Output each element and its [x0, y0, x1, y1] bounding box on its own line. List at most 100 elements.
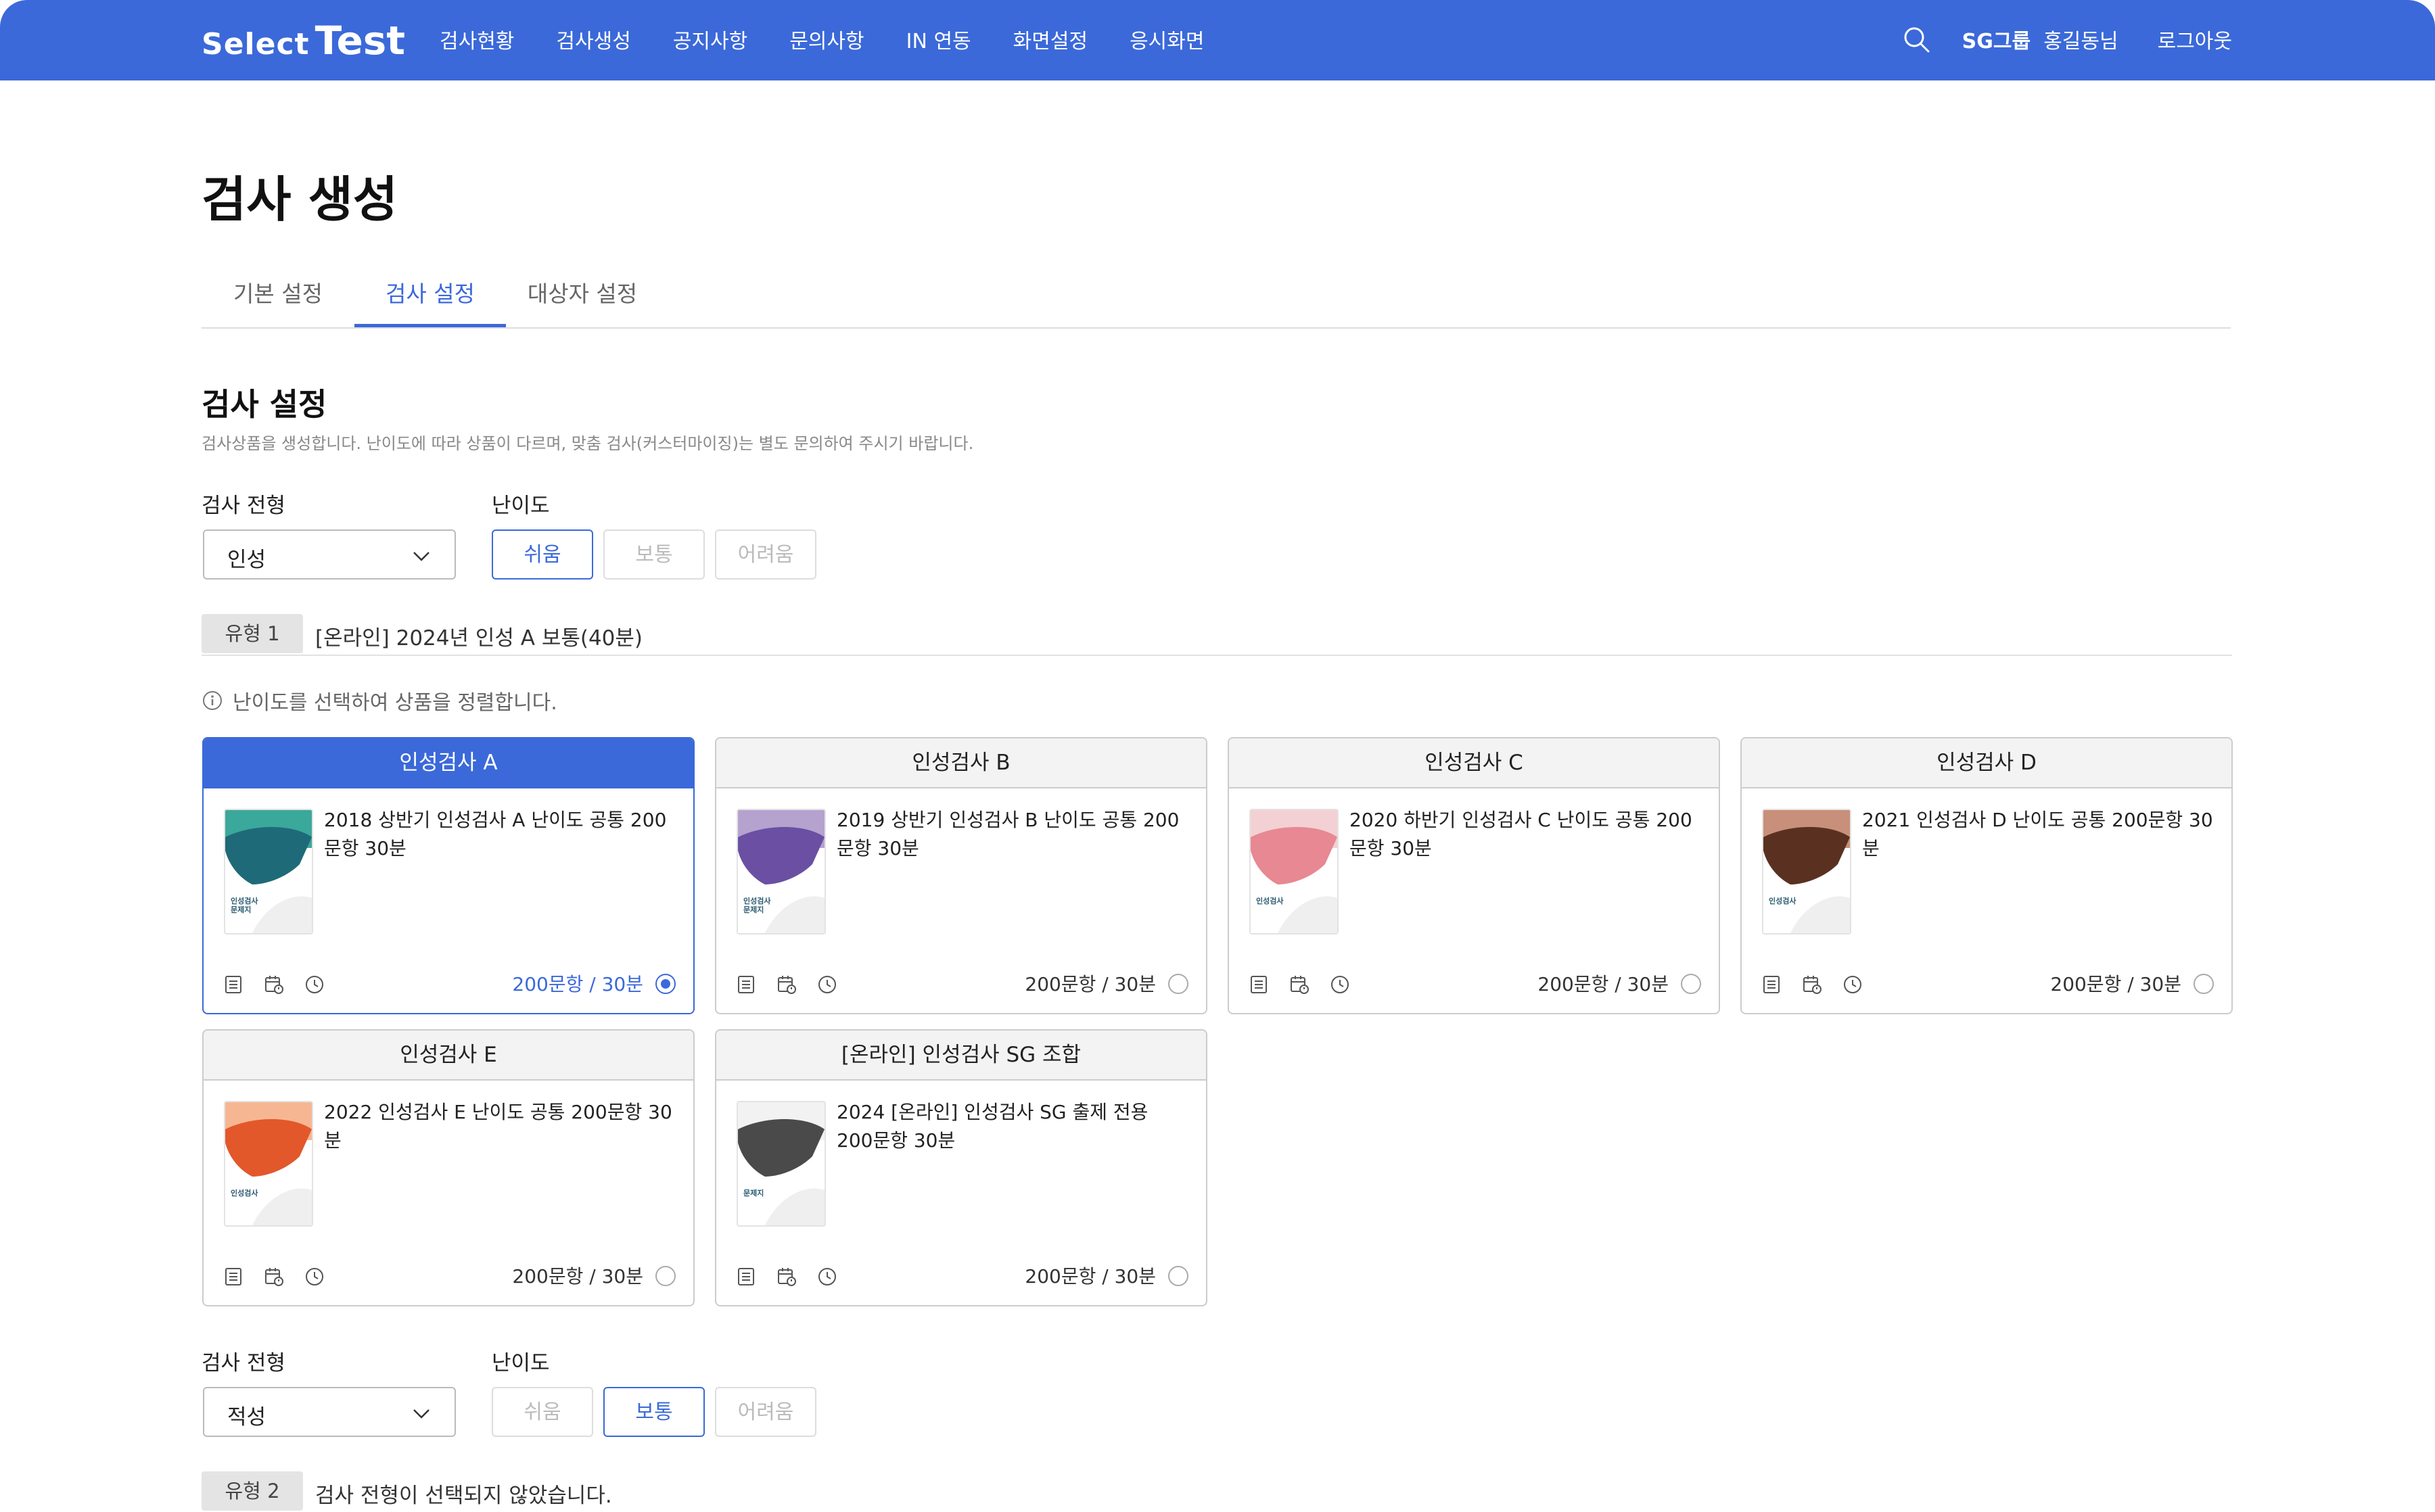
card-meta: 200문항 / 30분	[2050, 973, 2181, 995]
clock-icon[interactable]	[1329, 974, 1351, 995]
product-card[interactable]: [온라인] 인성검사 SG 조합 문제지 2024 [온라인] 인성검사 SG …	[715, 1029, 1207, 1306]
document-icon[interactable]	[735, 974, 757, 995]
product-cover-image: 인성검사 문제지	[224, 809, 313, 935]
nav-item-exam-status[interactable]: 검사현황	[440, 24, 514, 54]
type-empty-message: 검사 전형이 선택되지 않았습니다.	[315, 1484, 612, 1508]
clock-icon[interactable]	[304, 1266, 325, 1287]
type-2-row: 유형 2 검사 전형이 선택되지 않았습니다.	[202, 1471, 2232, 1512]
exam-type-label: 검사 전형	[202, 494, 285, 518]
exam-type-label-2: 검사 전형	[202, 1351, 285, 1375]
tab-target-settings[interactable]: 대상자 설정	[506, 270, 659, 326]
nav-item-test-screen[interactable]: 응시화면	[1130, 24, 1204, 54]
difficulty-label-2: 난이도	[492, 1351, 550, 1375]
nav-item-in-integration[interactable]: IN 연동	[906, 24, 971, 54]
difficulty-easy-button-2[interactable]: 쉬움	[492, 1387, 593, 1437]
document-icon[interactable]	[1761, 974, 1782, 995]
card-radio[interactable]	[655, 1266, 676, 1286]
card-description: 2018 상반기 인성검사 A 난이도 공통 200문항 30분	[324, 809, 667, 859]
card-icon-group	[223, 974, 344, 995]
card-title: 인성검사 D	[1742, 738, 2231, 788]
clock-icon[interactable]	[1842, 974, 1863, 995]
card-description: 2022 인성검사 E 난이도 공통 200문항 30분	[324, 1101, 672, 1152]
document-icon[interactable]	[223, 974, 244, 995]
calendar-lock-icon[interactable]	[1289, 974, 1310, 995]
page-title: 검사 생성	[202, 171, 398, 228]
chevron-down-icon	[413, 1409, 430, 1419]
cover-label: 인성검사 문제지	[743, 897, 771, 914]
card-radio[interactable]	[1168, 1266, 1188, 1286]
card-title: 인성검사 C	[1229, 738, 1719, 788]
tab-exam-settings[interactable]: 검사 설정	[354, 270, 506, 327]
cover-label: 문제지	[743, 1189, 764, 1198]
card-icon-group	[1761, 974, 1882, 995]
clock-icon[interactable]	[816, 1266, 838, 1287]
product-card[interactable]: 인성검사 B 인성검사 문제지 2019 상반기 인성검사 B 난이도 공통 2…	[715, 737, 1207, 1014]
document-icon[interactable]	[735, 1266, 757, 1287]
cover-label: 인성검사 문제지	[231, 897, 258, 914]
product-cover-image: 인성검사	[1762, 809, 1851, 935]
difficulty-normal-button-2[interactable]: 보통	[603, 1387, 705, 1437]
type-badge: 유형 1	[202, 614, 303, 653]
cover-label: 인성검사	[1769, 897, 1796, 905]
logo[interactable]: Select Test	[202, 18, 405, 64]
product-card[interactable]: 인성검사 D 인성검사 2021 인성검사 D 난이도 공통 200문항 30분…	[1740, 737, 2233, 1014]
difficulty-normal-button[interactable]: 보통	[603, 529, 705, 580]
exam-type-select-2[interactable]: 적성	[203, 1387, 456, 1437]
card-description: 2024 [온라인] 인성검사 SG 출제 전용 200문항 30분	[837, 1101, 1149, 1152]
difficulty-hard-button-2[interactable]: 어려움	[715, 1387, 816, 1437]
card-description: 2019 상반기 인성검사 B 난이도 공통 200문항 30분	[837, 809, 1180, 859]
user-info[interactable]: SG그룹 홍길동님	[1962, 24, 2118, 54]
product-cover-image: 인성검사	[1249, 809, 1339, 935]
document-icon[interactable]	[223, 1266, 244, 1287]
difficulty-easy-button[interactable]: 쉬움	[492, 529, 593, 580]
tab-bar: 기본 설정 검사 설정 대상자 설정	[202, 270, 2231, 329]
nav-item-exam-create[interactable]: 검사생성	[556, 24, 630, 54]
exam-type-select[interactable]: 인성	[203, 529, 456, 580]
search-icon[interactable]	[1900, 23, 1932, 55]
product-card[interactable]: 인성검사 C 인성검사 2020 하반기 인성검사 C 난이도 공통 200문항…	[1228, 737, 1720, 1014]
type-1-row: 유형 1 [온라인] 2024년 인성 A 보통(40분)	[202, 614, 2232, 656]
user-group: SG그룹	[1962, 30, 2031, 53]
calendar-lock-icon[interactable]	[1801, 974, 1823, 995]
card-title: 인성검사 A	[204, 738, 693, 788]
document-icon[interactable]	[1248, 974, 1270, 995]
nav-item-inquiry[interactable]: 문의사항	[789, 24, 864, 54]
calendar-lock-icon[interactable]	[263, 1266, 285, 1287]
exam-type-selected-value: 인성	[227, 548, 266, 572]
card-icon-group	[735, 1266, 857, 1287]
chevron-down-icon	[413, 552, 430, 561]
card-radio[interactable]	[2194, 974, 2214, 994]
user-name: 홍길동님	[2043, 30, 2118, 53]
clock-icon[interactable]	[304, 974, 325, 995]
card-icon-group	[735, 974, 857, 995]
card-icon-group	[1248, 974, 1370, 995]
card-radio[interactable]	[655, 974, 676, 994]
clock-icon[interactable]	[816, 974, 838, 995]
product-card[interactable]: 인성검사 E 인성검사 2022 인성검사 E 난이도 공통 200문항 30분…	[202, 1029, 695, 1306]
card-radio[interactable]	[1168, 974, 1188, 994]
cover-label: 인성검사	[1256, 897, 1284, 905]
card-meta: 200문항 / 30분	[1025, 1265, 1156, 1287]
calendar-lock-icon[interactable]	[776, 974, 797, 995]
card-icon-group	[223, 1266, 344, 1287]
nav-item-screen-settings[interactable]: 화면설정	[1013, 24, 1088, 54]
card-meta: 200문항 / 30분	[512, 1265, 643, 1287]
difficulty-hard-button[interactable]: 어려움	[715, 529, 816, 580]
card-meta: 200문항 / 30분	[1025, 973, 1156, 995]
info-icon	[203, 691, 222, 710]
card-radio[interactable]	[1681, 974, 1701, 994]
tab-basic-settings[interactable]: 기본 설정	[202, 270, 354, 326]
nav-item-notice[interactable]: 공지사항	[673, 24, 747, 54]
type-selected-product: [온라인] 2024년 인성 A 보통(40분)	[315, 626, 643, 651]
difficulty-label: 난이도	[492, 494, 550, 518]
logout-link[interactable]: 로그아웃	[2158, 24, 2232, 54]
main-nav: 검사현황 검사생성 공지사항 문의사항 IN 연동 화면설정 응시화면	[440, 24, 1246, 54]
top-navigation-bar: Select Test 검사현황 검사생성 공지사항 문의사항 IN 연동 화면설…	[0, 0, 2435, 80]
product-cover-image: 인성검사	[224, 1101, 313, 1227]
info-text: 난이도를 선택하여 상품을 정렬합니다.	[233, 691, 557, 715]
cover-label: 인성검사	[231, 1189, 258, 1198]
section-description: 검사상품을 생성합니다. 난이도에 따라 상품이 다르며, 맞춤 검사(커스터마…	[202, 434, 974, 453]
calendar-lock-icon[interactable]	[263, 974, 285, 995]
calendar-lock-icon[interactable]	[776, 1266, 797, 1287]
product-card[interactable]: 인성검사 A 인성검사 문제지 2018 상반기 인성검사 A 난이도 공통 2…	[202, 737, 695, 1014]
